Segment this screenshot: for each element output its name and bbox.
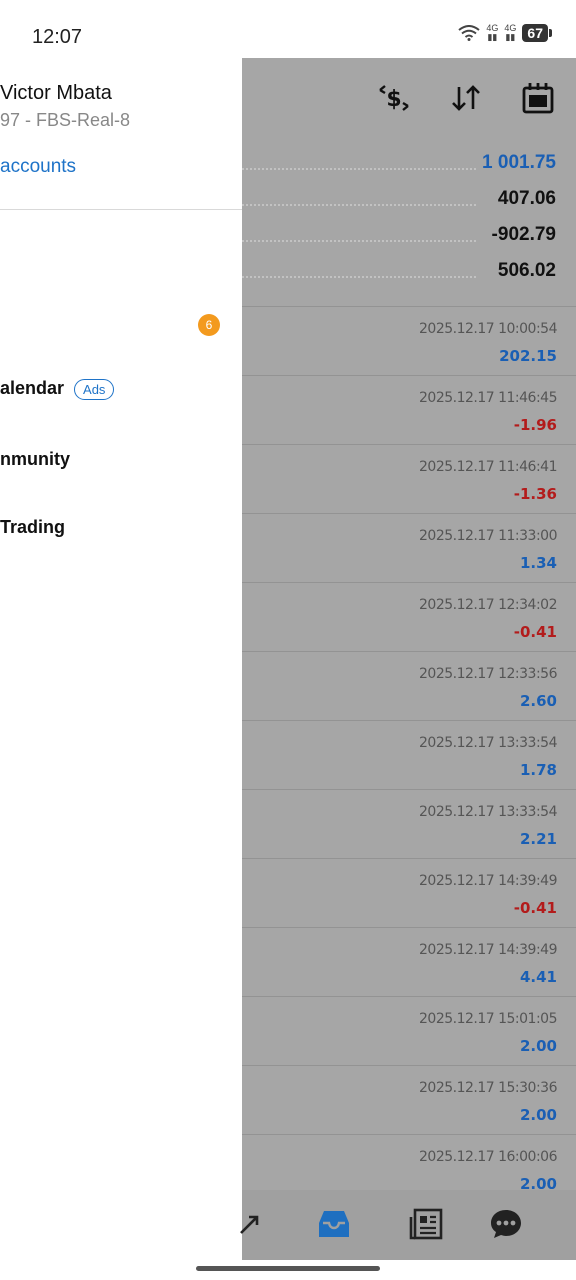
trade-date: 2025.12.17 12:33:56: [419, 666, 558, 682]
battery-level: 67: [522, 24, 548, 42]
trade-date: 2025.12.17 11:46:45: [419, 390, 558, 406]
menu-item-calendar-label: alendar: [0, 378, 65, 398]
trade-row[interactable]: 2025.12.17 15:01:05 2.00: [242, 996, 576, 1065]
profit-row: -902.79: [242, 224, 576, 260]
trade-value: 2.60: [519, 692, 557, 710]
currency-exchange-icon[interactable]: $: [374, 78, 414, 118]
history-toolbar: $: [242, 58, 576, 138]
user-name: Victor Mbata: [0, 82, 112, 104]
menu-item-calendar[interactable]: alendar Ads: [0, 378, 115, 400]
trade-value: 2.21: [519, 830, 557, 848]
wifi-icon: [458, 25, 481, 41]
trade-date: 2025.12.17 11:33:00: [419, 528, 558, 544]
trade-date: 2025.12.17 12:34:02: [419, 597, 558, 613]
navigation-drawer: Victor Mbata 97 - FBS-Real-8 accounts 6 …: [0, 58, 242, 1260]
history-inbox-icon[interactable]: [312, 1202, 356, 1246]
trade-date: 2025.12.17 11:46:41: [419, 459, 558, 475]
trade-value: -1.36: [513, 485, 557, 503]
svg-text:$: $: [386, 87, 401, 112]
trade-row[interactable]: 2025.12.17 14:39:49 -0.41: [242, 858, 576, 927]
trade-value: 202.15: [499, 347, 557, 365]
trade-date: 2025.12.17 14:39:49: [419, 942, 558, 958]
menu-item-trading-label: Trading: [0, 517, 66, 537]
trade-value: 4.41: [519, 968, 557, 986]
status-icons: 4G ▮▮ 4G ▮▮ 67: [458, 24, 552, 42]
account-line: 97 - FBS-Real-8: [0, 110, 131, 130]
trade-date: 2025.12.17 15:30:36: [419, 1080, 558, 1096]
battery-icon: 67: [522, 24, 552, 42]
trade-value: -1.96: [513, 416, 557, 434]
trade-row[interactable]: 2025.12.17 10:00:54 202.15: [242, 306, 576, 375]
status-bar: 12:07 4G ▮▮ 4G ▮▮ 67: [0, 0, 576, 58]
signal2-icon: 4G ▮▮: [504, 23, 517, 42]
bottom-navigation: [240, 1190, 576, 1260]
profit-value: -902.79: [491, 224, 556, 245]
notification-badge: 6: [198, 314, 220, 336]
trade-date: 2025.12.17 13:33:54: [419, 804, 558, 820]
status-time: 12:07: [32, 26, 83, 48]
trade-row[interactable]: 2025.12.17 11:33:00 1.34: [242, 513, 576, 582]
trade-date: 2025.12.17 14:39:49: [419, 873, 558, 889]
menu-item-trading[interactable]: Trading: [0, 517, 65, 538]
news-icon[interactable]: [404, 1202, 448, 1246]
trade-row[interactable]: 2025.12.17 13:33:54 2.21: [242, 789, 576, 858]
trade-row[interactable]: 2025.12.17 11:46:41 -1.36: [242, 444, 576, 513]
balance-row: 1 001.75: [242, 152, 576, 188]
trade-value: -0.41: [513, 899, 557, 917]
sort-icon[interactable]: [446, 78, 486, 118]
trade-value: 1.34: [519, 554, 557, 572]
trade-date: 2025.12.17 15:01:05: [419, 1011, 558, 1027]
trade-row[interactable]: 2025.12.17 12:34:02 -0.41: [242, 582, 576, 651]
balance-value: 1 001.75: [482, 152, 556, 173]
equity-row: 407.06: [242, 188, 576, 224]
trade-row[interactable]: 2025.12.17 15:30:36 2.00: [242, 1065, 576, 1134]
chart-icon[interactable]: [228, 1202, 272, 1246]
trade-date: 2025.12.17 16:00:06: [419, 1149, 558, 1165]
ads-chip: Ads: [74, 378, 115, 400]
trade-value: 2.00: [519, 1037, 557, 1055]
trade-row[interactable]: 2025.12.17 11:46:45 -1.96: [242, 375, 576, 444]
menu-item-community-label: nmunity: [0, 449, 70, 469]
total-row: 506.02: [242, 260, 576, 296]
manage-accounts-link[interactable]: accounts: [0, 156, 76, 178]
trade-row[interactable]: 2025.12.17 13:33:54 1.78: [242, 720, 576, 789]
drawer-divider: [0, 209, 242, 210]
trade-date: 2025.12.17 10:00:54: [419, 321, 558, 337]
chat-icon[interactable]: [484, 1202, 528, 1246]
history-panel-overlay: $ 1 001.75 407.06 -902.79 506.02 2025.12…: [240, 58, 576, 1260]
total-value: 506.02: [497, 260, 556, 281]
home-indicator[interactable]: [196, 1266, 380, 1271]
trade-row[interactable]: 2025.12.17 12:33:56 2.60: [242, 651, 576, 720]
equity-value: 407.06: [497, 188, 556, 209]
trade-date: 2025.12.17 13:33:54: [419, 735, 558, 751]
calendar-icon[interactable]: [518, 78, 558, 118]
trade-value: 1.78: [519, 761, 557, 779]
menu-item-community[interactable]: nmunity: [0, 449, 70, 470]
signal1-icon: 4G ▮▮: [486, 23, 499, 42]
trade-value: 2.00: [519, 1106, 557, 1124]
trade-row[interactable]: 2025.12.17 14:39:49 4.41: [242, 927, 576, 996]
trade-value: -0.41: [513, 623, 557, 641]
